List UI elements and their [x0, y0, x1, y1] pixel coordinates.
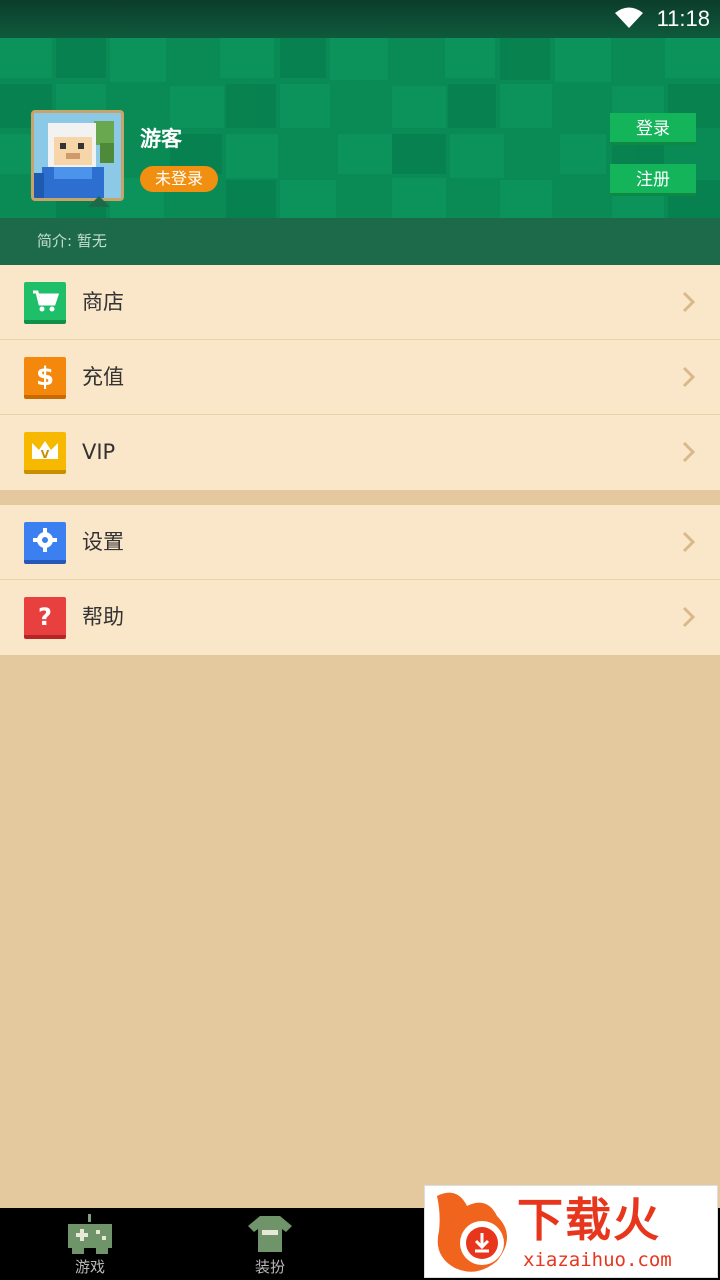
- chevron-right-icon: [682, 606, 696, 628]
- menu-item-label: 设置: [82, 530, 124, 554]
- menu-group-secondary: 设置 ? 帮助: [0, 505, 720, 655]
- gear-icon: [24, 522, 66, 564]
- tab-label: 装扮: [254, 1258, 285, 1276]
- profile-header: 游客 未登录 登录 注册: [0, 38, 720, 218]
- watermark-logo: 下载火 xiazaihuo.com: [424, 1185, 718, 1278]
- watermark-url: xiazaihuo.com: [523, 1249, 672, 1271]
- avatar-pointer: [88, 196, 110, 207]
- menu-item-label: 帮助: [82, 605, 124, 629]
- menu-item-shop[interactable]: 商店: [0, 265, 720, 340]
- login-button[interactable]: 登录: [610, 113, 696, 145]
- menu-group-primary: 商店 $ 充值 V VIP: [0, 265, 720, 490]
- tab-game[interactable]: 游戏: [30, 1208, 150, 1280]
- menu-item-vip[interactable]: V VIP: [0, 415, 720, 490]
- login-status-badge: 未登录: [140, 166, 218, 192]
- svg-text:V: V: [41, 448, 50, 461]
- cart-icon: [24, 282, 66, 324]
- tab-label: 游戏: [74, 1258, 105, 1276]
- menu-item-recharge[interactable]: $ 充值: [0, 340, 720, 415]
- question-icon: ?: [24, 597, 66, 639]
- crown-icon: V: [24, 432, 66, 474]
- dollar-icon: $: [24, 357, 66, 399]
- wifi-icon: [615, 7, 643, 28]
- menu-item-label: VIP: [82, 440, 116, 464]
- gamepad-icon: [68, 1214, 112, 1254]
- svg-text:$: $: [36, 362, 54, 392]
- register-button[interactable]: 注册: [610, 164, 696, 196]
- bio-bar: 简介: 暂无: [0, 218, 720, 265]
- avatar-blocky-character-icon: [34, 113, 121, 198]
- flame-logo-icon: [437, 1192, 507, 1272]
- chevron-right-icon: [682, 366, 696, 388]
- menu-item-label: 充值: [82, 365, 124, 389]
- chevron-right-icon: [682, 441, 696, 463]
- tab-dress-up[interactable]: 装扮: [210, 1208, 330, 1280]
- shirt-icon: [248, 1216, 292, 1252]
- watermark-title: 下载火: [517, 1193, 661, 1247]
- avatar[interactable]: [31, 110, 124, 201]
- chevron-right-icon: [682, 531, 696, 553]
- username: 游客: [140, 127, 182, 151]
- menu-item-label: 商店: [82, 290, 124, 314]
- chevron-right-icon: [682, 291, 696, 313]
- status-bar: 11:18: [0, 0, 720, 38]
- status-time: 11:18: [656, 6, 710, 31]
- menu-item-settings[interactable]: 设置: [0, 505, 720, 580]
- menu-item-help[interactable]: ? 帮助: [0, 580, 720, 655]
- svg-text:?: ?: [38, 603, 52, 631]
